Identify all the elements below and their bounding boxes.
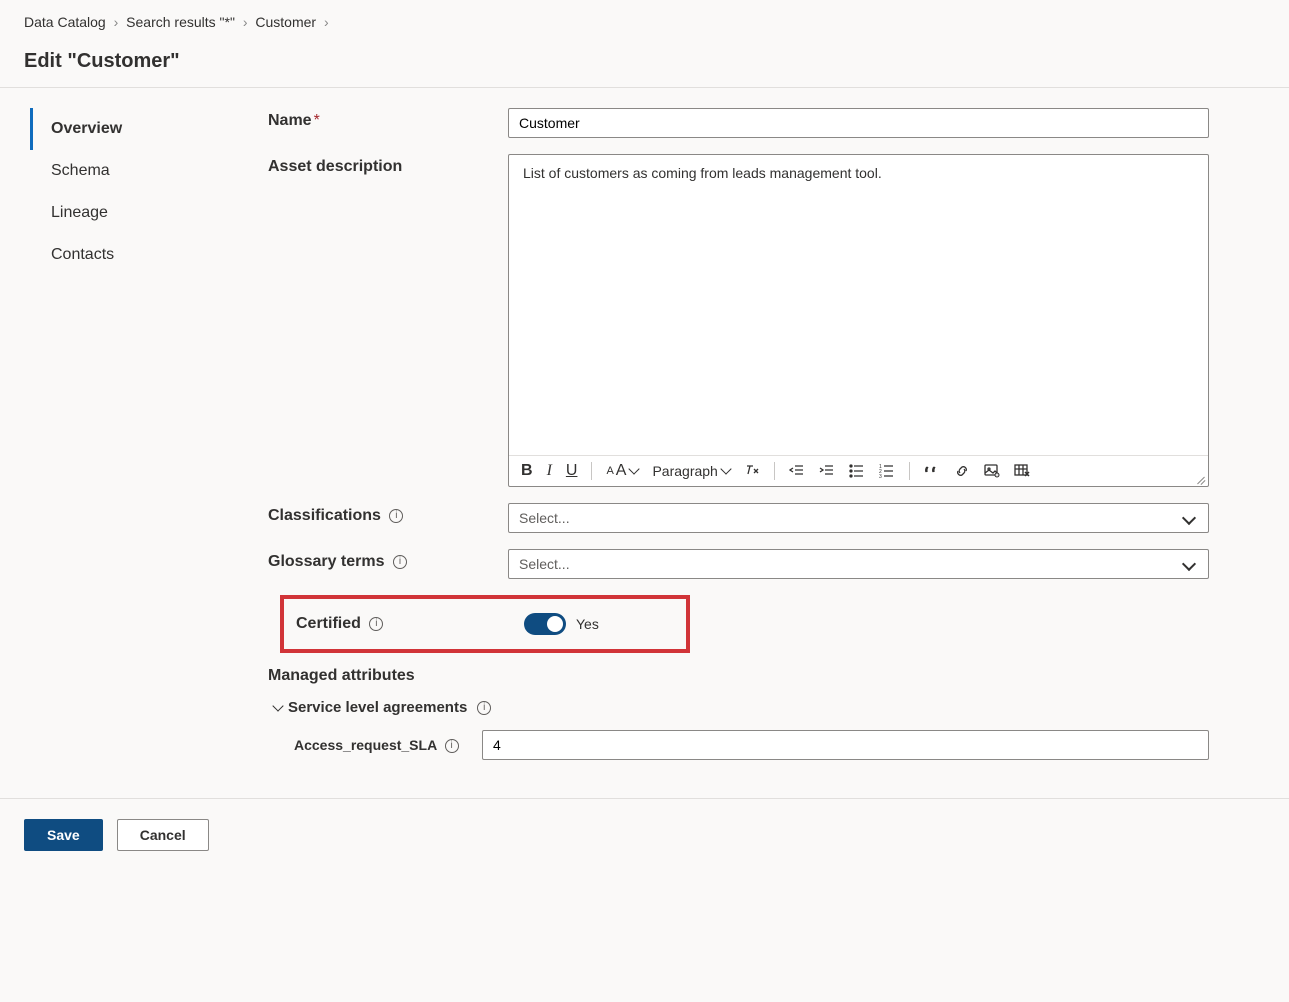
certified-label: Certified i bbox=[296, 615, 524, 633]
glossary-label: Glossary terms i bbox=[268, 549, 508, 571]
sidebar-item-schema[interactable]: Schema bbox=[30, 150, 268, 192]
numbered-list-button[interactable]: 123 bbox=[879, 463, 895, 479]
certified-value: Yes bbox=[576, 616, 599, 632]
glossary-select[interactable]: Select... bbox=[508, 549, 1209, 579]
quote-button[interactable] bbox=[924, 463, 940, 479]
table-button[interactable] bbox=[1014, 463, 1030, 479]
sidebar: Overview Schema Lineage Contacts bbox=[0, 108, 268, 774]
svg-text:3: 3 bbox=[879, 474, 882, 479]
breadcrumb: Data Catalog › Search results "*" › Cust… bbox=[0, 0, 1289, 44]
certified-highlight: Certified i Yes bbox=[280, 595, 690, 653]
description-editor: List of customers as coming from leads m… bbox=[508, 154, 1209, 487]
chevron-right-icon: › bbox=[320, 14, 333, 30]
sidebar-item-lineage[interactable]: Lineage bbox=[30, 192, 268, 234]
chevron-down-icon bbox=[720, 463, 731, 474]
description-label: Asset description bbox=[268, 154, 508, 176]
info-icon[interactable]: i bbox=[445, 739, 459, 753]
access-request-sla-input[interactable] bbox=[482, 730, 1209, 760]
name-label: Name* bbox=[268, 108, 508, 130]
chevron-down-icon bbox=[272, 700, 283, 711]
classifications-label: Classifications i bbox=[268, 503, 508, 525]
info-icon[interactable]: i bbox=[369, 617, 383, 631]
bold-button[interactable]: B bbox=[521, 462, 533, 480]
save-button[interactable]: Save bbox=[24, 819, 103, 851]
clear-formatting-button[interactable] bbox=[744, 463, 760, 479]
description-textarea[interactable]: List of customers as coming from leads m… bbox=[509, 155, 1208, 455]
bullet-list-button[interactable] bbox=[849, 463, 865, 479]
name-input[interactable] bbox=[508, 108, 1209, 138]
outdent-button[interactable] bbox=[789, 463, 805, 479]
italic-button[interactable]: I bbox=[547, 462, 552, 480]
sidebar-item-contacts[interactable]: Contacts bbox=[30, 234, 268, 276]
paragraph-style-button[interactable]: Paragraph bbox=[652, 463, 729, 479]
chevron-right-icon: › bbox=[110, 14, 123, 30]
classifications-select[interactable]: Select... bbox=[508, 503, 1209, 533]
footer: Save Cancel bbox=[0, 798, 1289, 871]
info-icon[interactable]: i bbox=[393, 555, 407, 569]
access-request-sla-label: Access_request_SLA i bbox=[268, 737, 482, 753]
cancel-button[interactable]: Cancel bbox=[117, 819, 209, 851]
form: Name* Asset description List of customer… bbox=[268, 108, 1289, 774]
managed-attributes-header: Managed attributes bbox=[268, 667, 1209, 685]
breadcrumb-item[interactable]: Customer bbox=[255, 14, 316, 30]
underline-button[interactable]: U bbox=[566, 462, 578, 480]
sla-group-toggle[interactable]: Service level agreements i bbox=[272, 699, 1209, 716]
sidebar-item-overview[interactable]: Overview bbox=[30, 108, 268, 150]
font-size-button[interactable]: AA bbox=[606, 462, 638, 480]
info-icon[interactable]: i bbox=[389, 509, 403, 523]
editor-toolbar: B I U AA Paragraph bbox=[509, 455, 1208, 486]
chevron-right-icon: › bbox=[239, 14, 252, 30]
certified-toggle[interactable] bbox=[524, 613, 566, 635]
page-title: Edit "Customer" bbox=[0, 44, 1289, 87]
image-button[interactable] bbox=[984, 463, 1000, 479]
indent-button[interactable] bbox=[819, 463, 835, 479]
info-icon[interactable]: i bbox=[477, 701, 491, 715]
breadcrumb-item[interactable]: Data Catalog bbox=[24, 14, 106, 30]
chevron-down-icon bbox=[1182, 557, 1196, 571]
resize-handle[interactable] bbox=[1194, 472, 1206, 484]
chevron-down-icon bbox=[629, 463, 640, 474]
chevron-down-icon bbox=[1182, 511, 1196, 525]
breadcrumb-item[interactable]: Search results "*" bbox=[126, 14, 235, 30]
link-button[interactable] bbox=[954, 463, 970, 479]
